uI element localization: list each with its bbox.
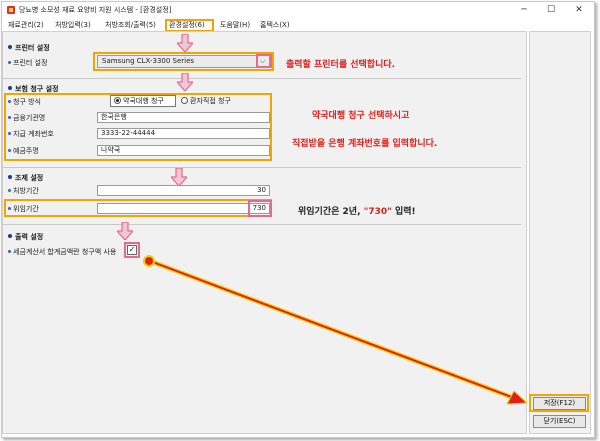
save-button[interactable]: 저장(F12) bbox=[533, 397, 586, 410]
label-bullet-icon bbox=[8, 250, 11, 253]
checkbox-pink-highlight bbox=[124, 242, 140, 258]
menu-prescription-query[interactable]: 처방조회/출력(5) bbox=[105, 20, 156, 30]
app-logo-icon bbox=[7, 6, 15, 14]
insurance-annotation-1: 약국대행 청구 선택하시고 bbox=[312, 111, 410, 121]
menu-help[interactable]: 도움말(H) bbox=[220, 20, 250, 30]
section-bullet-icon bbox=[8, 234, 12, 238]
window-title: 당뇨병 소모성 재료 요양비 지원 시스템 - [환경설정] bbox=[19, 6, 172, 14]
pink-down-arrow-icon bbox=[177, 73, 193, 91]
close-button[interactable]: 닫기(ESC) bbox=[533, 415, 586, 428]
section-bullet-icon bbox=[8, 175, 12, 179]
printer-select[interactable]: Samsung CLX-3300 Series ⌵ bbox=[97, 55, 270, 68]
section-divider bbox=[3, 224, 521, 225]
delegation-annotation: 위임기간은 2년, "730" 입력! bbox=[298, 207, 416, 217]
insurance-annotation-2: 직접받을 은행 계좌번호를 입력합니다. bbox=[292, 139, 438, 149]
lookup-section-title: 조제 설정 bbox=[8, 173, 43, 183]
bank-label: 금융기관명 bbox=[8, 113, 45, 123]
account-number-input[interactable]: 3333-22-44444 bbox=[97, 128, 270, 139]
menu-hometax[interactable]: 홈텍스(X) bbox=[260, 20, 290, 30]
settings-panel bbox=[2, 31, 527, 434]
holder-label: 예금주명 bbox=[8, 146, 39, 156]
section-divider bbox=[3, 78, 521, 79]
label-bullet-icon bbox=[8, 149, 11, 152]
bank-name-input[interactable]: 한국은행 bbox=[97, 112, 270, 123]
prescription-period-input[interactable]: 30 bbox=[97, 185, 270, 196]
minimize-button[interactable]: ─ bbox=[513, 3, 535, 17]
prescription-period-label: 처방기간 bbox=[8, 186, 39, 196]
section-divider bbox=[3, 167, 521, 168]
output-section-title: 출력 설정 bbox=[8, 232, 43, 242]
close-window-button[interactable]: ✕ bbox=[568, 3, 590, 17]
delegation-period-label: 위임기간 bbox=[8, 204, 39, 214]
menu-prescription-input[interactable]: 처방입력(3) bbox=[55, 20, 91, 30]
label-bullet-icon bbox=[8, 61, 11, 64]
account-holder-input[interactable]: 나약국 bbox=[97, 145, 270, 156]
pink-down-arrow-icon bbox=[177, 34, 193, 52]
label-bullet-icon bbox=[8, 100, 11, 103]
maximize-button[interactable]: ☐ bbox=[540, 3, 562, 17]
label-bullet-icon bbox=[8, 132, 11, 135]
radio-checked-icon bbox=[114, 97, 121, 104]
radio-patient-claim[interactable]: 환자직접 청구 bbox=[181, 96, 231, 106]
label-bullet-icon bbox=[8, 116, 11, 119]
action-panel bbox=[529, 31, 591, 434]
menu-bar: 재료관리(2) 처방입력(3) 처방조회/출력(5) 환경설정(6) 도움말(H… bbox=[2, 18, 594, 32]
printer-label: 프린터 설정 bbox=[8, 58, 47, 68]
printer-dropdown-pink-highlight bbox=[256, 54, 272, 68]
delegation-value-pink-highlight bbox=[248, 200, 272, 217]
label-bullet-icon bbox=[8, 207, 11, 210]
section-bullet-icon bbox=[8, 45, 12, 49]
pink-down-arrow-icon bbox=[171, 168, 187, 186]
tax-invoice-checkbox-label: 세금계산서 합계금액란 청구액 사용 bbox=[8, 247, 116, 257]
account-label: 지급 계좌번호 bbox=[8, 129, 54, 139]
claim-method-label: 청구 방식 bbox=[8, 97, 41, 107]
menu-materials[interactable]: 재료관리(2) bbox=[8, 20, 44, 30]
label-bullet-icon bbox=[8, 189, 11, 192]
printer-section-title: 프린터 설정 bbox=[8, 43, 50, 53]
pink-down-arrow-icon bbox=[117, 222, 133, 240]
radio-pharmacy-claim[interactable]: 약국대행 청구 bbox=[114, 96, 164, 106]
delegation-period-input[interactable]: 730 bbox=[97, 203, 270, 214]
section-bullet-icon bbox=[8, 86, 12, 90]
printer-annotation: 출력할 프린터를 선택합니다. bbox=[286, 60, 396, 70]
title-bar: 당뇨병 소모성 재료 요양비 지원 시스템 - [환경설정] ─ ☐ ✕ bbox=[2, 2, 594, 18]
radio-unchecked-icon bbox=[181, 97, 188, 104]
